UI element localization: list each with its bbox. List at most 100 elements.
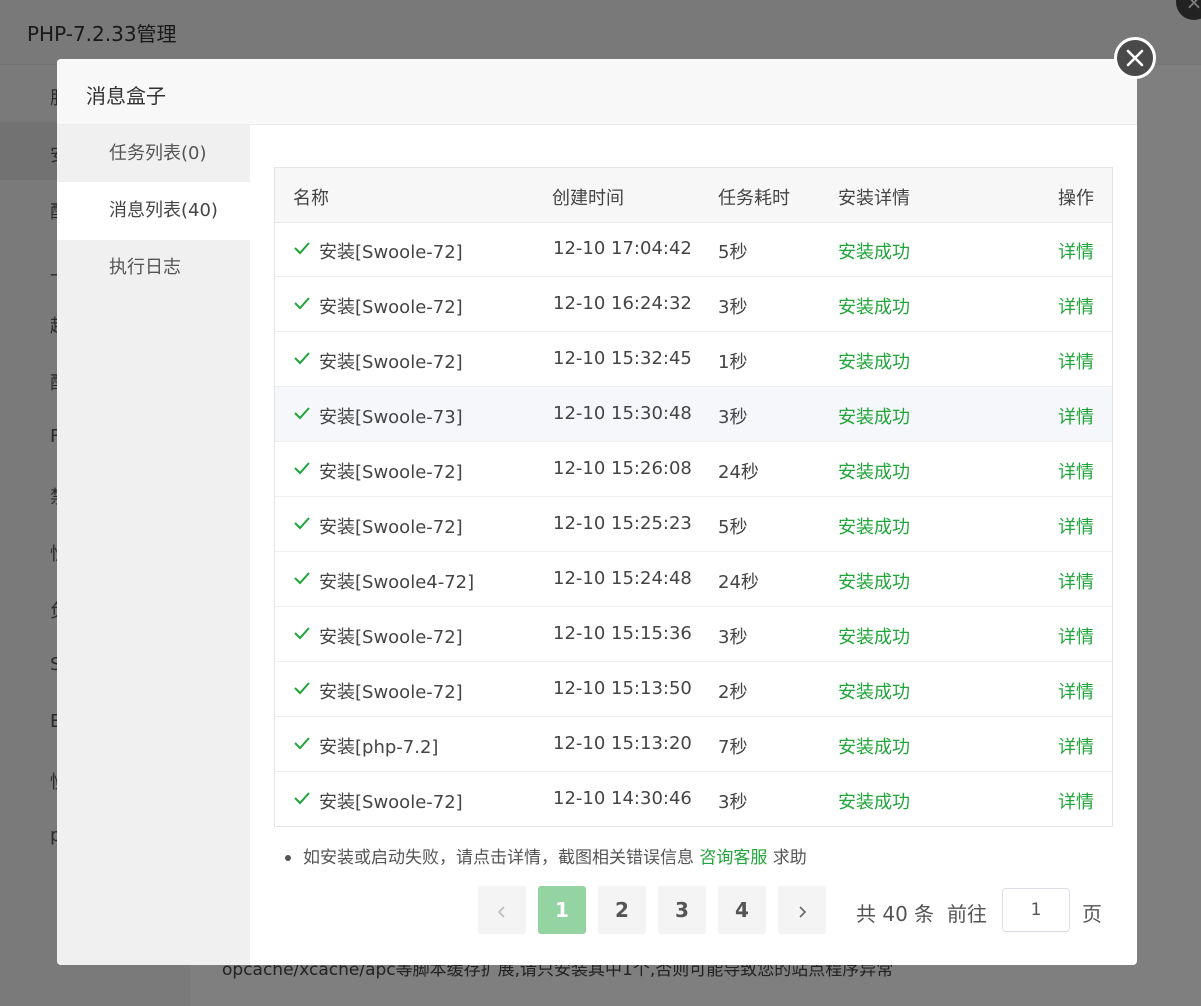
table-row: 安装[Swoole-72] 12-10 15:26:08 24秒 安装成功 详情 [275,442,1112,497]
row-duration: 7秒 [718,737,748,758]
check-icon [294,572,310,585]
page-button-2[interactable]: 2 [598,886,646,934]
row-name: 安装[Swoole-72] [319,792,463,813]
row-name: 安装[Swoole-72] [319,352,463,373]
header-action: 操作 [1058,188,1094,209]
header-created-time: 创建时间 [552,188,624,209]
row-duration: 3秒 [718,407,748,428]
header-duration: 任务耗时 [718,188,790,209]
row-name: 安装[Swoole-72] [319,627,463,648]
table-row: 安装[php-7.2] 12-10 15:13:20 7秒 安装成功 详情 [275,717,1112,772]
row-status: 安装成功 [838,737,910,758]
table-row: 安装[Swoole-72] 12-10 15:13:50 2秒 安装成功 详情 [275,662,1112,717]
tip-text: 如安装或启动失败，请点击详情，截图相关错误信息 [303,848,694,868]
check-icon [294,462,310,475]
check-icon [294,242,310,255]
table-row: 安装[Swoole-72] 12-10 17:04:42 5秒 安装成功 详情 [275,222,1112,277]
row-name: 安装[Swoole-73] [319,407,463,428]
tab-execution-log[interactable]: 执行日志 [57,239,250,297]
check-icon [294,737,310,750]
check-icon [294,352,310,365]
row-duration: 5秒 [718,242,748,263]
row-status: 安装成功 [838,407,910,428]
chevron-left-icon [497,905,505,918]
tip-suffix: 求助 [772,848,807,868]
row-status: 安装成功 [838,462,910,483]
row-name: 安装[Swoole-72] [319,297,463,318]
row-created-time: 12-10 15:13:20 [553,733,692,754]
row-created-time: 12-10 16:24:32 [553,293,692,314]
message-table: 名称 创建时间 任务耗时 安装详情 操作 安装[Swoole-72] 12-10 … [274,167,1113,827]
page-button-3[interactable]: 3 [658,886,706,934]
row-status: 安装成功 [838,517,910,538]
row-name: 安装[Swoole4-72] [319,572,475,593]
check-icon [294,297,310,310]
row-detail-link[interactable]: 详情 [1058,238,1094,264]
row-status: 安装成功 [838,572,910,593]
row-duration: 3秒 [718,792,748,813]
chevron-right-icon [799,905,807,918]
check-icon [294,407,310,420]
row-duration: 5秒 [718,517,748,538]
tab-message-list[interactable]: 消息列表(40) [57,182,250,240]
modal-header: 消息盒子 [57,59,1137,125]
row-duration: 3秒 [718,627,748,648]
next-page-button[interactable] [778,886,826,934]
row-name: 安装[php-7.2] [319,737,439,758]
prev-page-button[interactable] [478,886,526,934]
row-duration: 24秒 [718,572,759,593]
table-row: 安装[Swoole4-72] 12-10 15:24:48 24秒 安装成功 详情 [275,552,1112,607]
header-install-detail: 安装详情 [838,188,910,209]
row-detail-link[interactable]: 详情 [1058,293,1094,319]
table-row: 安装[Swoole-72] 12-10 15:25:23 5秒 安装成功 详情 [275,497,1112,552]
row-created-time: 12-10 15:26:08 [553,458,692,479]
row-status: 安装成功 [838,682,910,703]
table-row: 安装[Swoole-72] 12-10 15:15:36 3秒 安装成功 详情 [275,607,1112,662]
row-detail-link[interactable]: 详情 [1058,678,1094,704]
row-created-time: 12-10 14:30:46 [553,788,692,809]
table-row: 安装[Swoole-72] 12-10 16:24:32 3秒 安装成功 详情 [275,277,1112,332]
row-detail-link[interactable]: 详情 [1058,348,1094,374]
page-button-4[interactable]: 4 [718,886,766,934]
row-duration: 2秒 [718,682,748,703]
goto-label: 前往 [947,902,987,926]
goto-page-input[interactable] [1002,888,1070,932]
table-row: 安装[Swoole-73] 12-10 15:30:48 3秒 安装成功 详情 [275,387,1112,442]
row-status: 安装成功 [838,352,910,373]
page-unit-label: 页 [1082,902,1102,926]
tab-task-list[interactable]: 任务列表(0) [57,125,250,183]
row-duration: 1秒 [718,352,748,373]
row-name: 安装[Swoole-72] [319,682,463,703]
check-icon [294,517,310,530]
close-icon[interactable] [1114,37,1156,79]
row-detail-link[interactable]: 详情 [1058,788,1094,814]
row-created-time: 12-10 15:30:48 [553,403,692,424]
check-icon [294,682,310,695]
row-detail-link[interactable]: 详情 [1058,733,1094,759]
row-duration: 3秒 [718,297,748,318]
header-name: 名称 [293,188,329,209]
row-status: 安装成功 [838,242,910,263]
total-count: 共 40 条 [856,902,935,926]
row-name: 安装[Swoole-72] [319,462,463,483]
row-created-time: 12-10 15:32:45 [553,348,692,369]
row-status: 安装成功 [838,792,910,813]
row-detail-link[interactable]: 详情 [1058,623,1094,649]
bullet-dot [285,855,291,861]
row-duration: 24秒 [718,462,759,483]
modal-sidebar: 任务列表(0) 消息列表(40) 执行日志 [57,125,250,965]
row-detail-link[interactable]: 详情 [1058,568,1094,594]
message-box-modal: 消息盒子 任务列表(0) 消息列表(40) 执行日志 名称 创建时间 任务耗时 … [57,59,1137,965]
row-created-time: 12-10 15:24:48 [553,568,692,589]
row-name: 安装[Swoole-72] [319,242,463,263]
contact-support-link[interactable]: 咨询客服 [699,848,767,868]
row-name: 安装[Swoole-72] [319,517,463,538]
row-detail-link[interactable]: 详情 [1058,403,1094,429]
check-icon [294,627,310,640]
page-button-1[interactable]: 1 [538,886,586,934]
row-status: 安装成功 [838,627,910,648]
row-detail-link[interactable]: 详情 [1058,513,1094,539]
table-row: 安装[Swoole-72] 12-10 15:32:45 1秒 安装成功 详情 [275,332,1112,387]
row-status: 安装成功 [838,297,910,318]
row-detail-link[interactable]: 详情 [1058,458,1094,484]
